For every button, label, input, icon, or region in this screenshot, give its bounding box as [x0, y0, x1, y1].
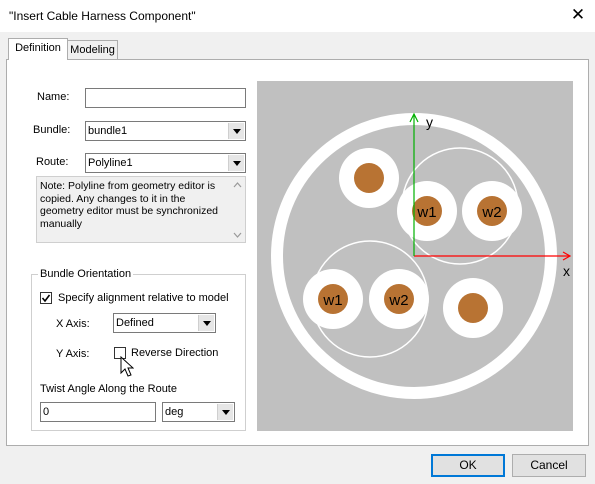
- wire-label: w2: [388, 292, 408, 309]
- xaxis-label: X Axis:: [56, 318, 90, 330]
- chevron-down-icon[interactable]: [217, 404, 233, 420]
- chevron-down-icon[interactable]: [198, 315, 214, 331]
- name-input[interactable]: [85, 88, 246, 108]
- orientation-group-title: Bundle Orientation: [38, 268, 134, 280]
- note-text: Note: Polyline from geometry editor is c…: [40, 180, 219, 230]
- chevron-down-icon[interactable]: [228, 123, 244, 139]
- route-label: Route:: [36, 156, 69, 168]
- xaxis-select-value: Defined: [116, 317, 154, 329]
- y-axis-label: y: [426, 114, 433, 130]
- conductor-core: [458, 293, 488, 323]
- twist-input[interactable]: 0: [40, 402, 156, 422]
- conductor-core: [354, 163, 384, 193]
- twist-unit-select[interactable]: deg: [162, 402, 235, 422]
- x-axis-label: x: [563, 263, 570, 279]
- cancel-button[interactable]: Cancel: [512, 454, 586, 477]
- bundle-label: Bundle:: [33, 124, 71, 136]
- wire-label: w2: [481, 204, 501, 221]
- twist-unit-value: deg: [165, 406, 184, 418]
- note-textarea[interactable]: Note: Polyline from geometry editor is c…: [36, 176, 246, 243]
- wire-label: w1: [416, 204, 436, 221]
- check-icon: [41, 294, 51, 303]
- close-icon[interactable]: ✕: [568, 4, 588, 26]
- yaxis-label: Y Axis:: [56, 348, 90, 360]
- bundle-select[interactable]: bundle1: [85, 121, 246, 141]
- chevron-down-icon[interactable]: [228, 155, 244, 171]
- ok-button[interactable]: OK: [431, 454, 505, 477]
- reverse-label[interactable]: Reverse Direction: [131, 347, 218, 359]
- twist-label: Twist Angle Along the Route: [40, 383, 177, 395]
- bundle-select-value: bundle1: [88, 125, 128, 137]
- wire-label: w1: [322, 292, 342, 309]
- tab-modeling[interactable]: Modeling: [67, 40, 118, 60]
- name-label: Name:: [37, 91, 70, 103]
- route-select[interactable]: Polyline1: [85, 153, 246, 173]
- route-select-value: Polyline1: [88, 157, 133, 169]
- mouse-cursor-icon: [120, 356, 134, 377]
- scroll-arrows-icon: [233, 182, 242, 238]
- cable-cross-section-diagram: w1 w2 w1 w2 x y: [257, 81, 573, 431]
- window-title: "Insert Cable Harness Component": [9, 9, 196, 23]
- specify-label[interactable]: Specify alignment relative to model: [58, 292, 229, 304]
- specify-checkbox[interactable]: [40, 292, 52, 304]
- tab-definition[interactable]: Definition: [8, 38, 68, 60]
- xaxis-select[interactable]: Defined: [113, 313, 216, 333]
- note-scrollbar[interactable]: [230, 177, 245, 242]
